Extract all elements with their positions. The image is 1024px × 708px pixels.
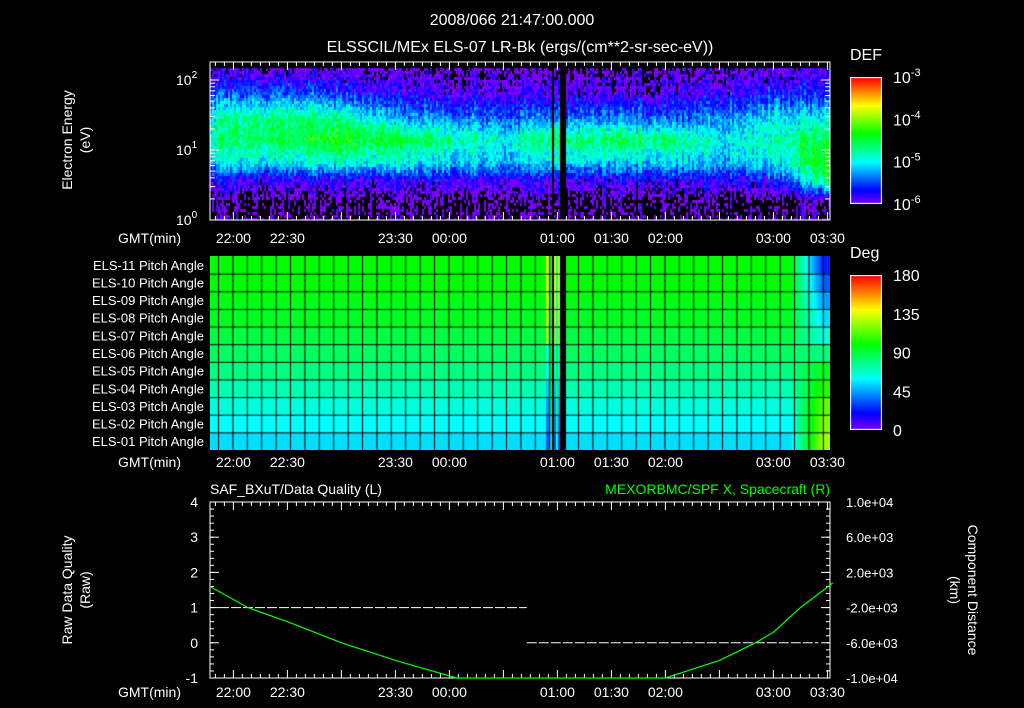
pitch-row-label: ELS-09 Pitch Angle bbox=[92, 293, 204, 308]
axes-and-marks: 10-3 10-4 10-5 10-6 180 135 90 45 0 GMT(min) 22:00… bbox=[92, 61, 921, 700]
time-tick-label: 03:30 bbox=[810, 230, 845, 246]
time-tick-label: 23:30 bbox=[378, 684, 413, 700]
time-tick-label: 01:00 bbox=[540, 684, 575, 700]
quality-panel-title: SAF_BXuT/Data Quality (L) bbox=[210, 481, 382, 497]
distance-tick-label: -1.0e+04 bbox=[846, 671, 898, 686]
time-tick-label: 01:30 bbox=[594, 230, 629, 246]
time-tick-label: 03:00 bbox=[756, 230, 791, 246]
time-tick-label: 01:00 bbox=[540, 454, 575, 470]
quality-tick-label: 2 bbox=[190, 564, 198, 580]
pitch-row-label: ELS-10 Pitch Angle bbox=[92, 275, 204, 290]
energy-tick-label: 100 bbox=[176, 210, 198, 228]
pitch-row-label: ELS-03 Pitch Angle bbox=[92, 399, 204, 414]
pitch-row-label: ELS-01 Pitch Angle bbox=[92, 434, 204, 449]
time-tick-label: 22:00 bbox=[216, 230, 251, 246]
quality-tick-label: 3 bbox=[190, 529, 198, 545]
time-axis-label: GMT(min) bbox=[118, 454, 181, 470]
pitch-row-label: ELS-05 Pitch Angle bbox=[92, 364, 204, 379]
distance-tick-label: -2.0e+03 bbox=[846, 601, 898, 616]
quality-tick-label: 4 bbox=[190, 494, 198, 510]
time-tick-label: 03:30 bbox=[810, 684, 845, 700]
time-axis-label: GMT(min) bbox=[118, 684, 181, 700]
plot-timestamp: 2008/066 21:47:00.000 bbox=[430, 12, 595, 29]
plot-window: 2008/066 21:47:00.000 ELSSCIL/MEx ELS-07… bbox=[0, 0, 1024, 708]
deg-colorbar-tick: 0 bbox=[893, 423, 902, 440]
def-colorbar-label: DEF bbox=[850, 47, 882, 64]
def-colorbar-tick: 10-5 bbox=[893, 152, 921, 172]
time-tick-label: 03:00 bbox=[756, 684, 791, 700]
time-tick-label: 01:00 bbox=[540, 230, 575, 246]
pitch-row-label: ELS-04 Pitch Angle bbox=[92, 381, 204, 396]
plot-overlay: 2008/066 21:47:00.000 ELSSCIL/MEx ELS-07… bbox=[59, 12, 981, 700]
time-tick-label: 22:30 bbox=[270, 454, 305, 470]
pitch-row-label: ELS-06 Pitch Angle bbox=[92, 346, 204, 361]
time-tick-label: 23:30 bbox=[378, 230, 413, 246]
time-tick-label: 22:00 bbox=[216, 454, 251, 470]
deg-colorbar-tick: 45 bbox=[893, 384, 911, 401]
quality-ylabel-line2: (Raw) bbox=[77, 571, 93, 608]
time-tick-label: 02:00 bbox=[648, 454, 683, 470]
distance-tick-label: 6.0e+03 bbox=[846, 530, 893, 545]
distance-tick-label: -6.0e+03 bbox=[846, 636, 898, 651]
def-colorbar-tick: 10-6 bbox=[893, 194, 921, 214]
time-tick-label: 00:00 bbox=[432, 454, 467, 470]
spf-panel-title: MEXORBMC/SPF X, Spacecraft (R) bbox=[605, 481, 830, 497]
time-tick-label: 22:30 bbox=[270, 684, 305, 700]
distance-ylabel-line1: Component Distance bbox=[965, 525, 981, 656]
distance-tick-label: 1.0e+04 bbox=[846, 495, 893, 510]
spectrogram-frame bbox=[209, 61, 831, 221]
time-tick-label: 01:30 bbox=[594, 454, 629, 470]
pitch-row-label: ELS-02 Pitch Angle bbox=[92, 417, 204, 432]
time-tick-label: 22:30 bbox=[270, 230, 305, 246]
energy-ylabel-line1: Electron Energy bbox=[59, 90, 75, 190]
energy-tick-label: 102 bbox=[176, 70, 198, 88]
deg-colorbar-tick: 180 bbox=[893, 268, 920, 285]
time-axis-label: GMT(min) bbox=[118, 230, 181, 246]
time-tick-label: 23:30 bbox=[378, 454, 413, 470]
time-tick-label: 22:00 bbox=[216, 684, 251, 700]
distance-ylabel-line2: (km) bbox=[947, 576, 963, 604]
quality-tick-label: 0 bbox=[190, 635, 198, 651]
pitch-row-label: ELS-08 Pitch Angle bbox=[92, 311, 204, 326]
quality-ylabel-line1: Raw Data Quality bbox=[59, 536, 75, 645]
quality-tick-label: -1 bbox=[186, 670, 199, 686]
energy-tick-label: 101 bbox=[176, 140, 198, 158]
deg-colorbar-tick: 90 bbox=[893, 346, 911, 363]
time-tick-label: 00:00 bbox=[432, 230, 467, 246]
time-tick-label: 01:30 bbox=[594, 684, 629, 700]
time-tick-label: 02:00 bbox=[648, 230, 683, 246]
time-tick-label: 03:30 bbox=[810, 454, 845, 470]
energy-ylabel-line2: (eV) bbox=[77, 127, 93, 153]
def-colorbar-tick: 10-3 bbox=[893, 67, 921, 87]
pitch-row-label: ELS-07 Pitch Angle bbox=[92, 328, 204, 343]
spf-x-line bbox=[209, 582, 834, 679]
time-tick-label: 03:00 bbox=[756, 454, 791, 470]
time-tick-label: 02:00 bbox=[648, 684, 683, 700]
plot-subtitle: ELSSCIL/MEx ELS-07 LR-Bk (ergs/(cm**2-sr… bbox=[327, 39, 714, 56]
quality-tick-label: 1 bbox=[190, 600, 198, 616]
deg-colorbar-label: Deg bbox=[850, 245, 879, 262]
def-colorbar-tick: 10-4 bbox=[893, 109, 921, 129]
distance-tick-label: 2.0e+03 bbox=[846, 565, 893, 580]
time-tick-label: 00:00 bbox=[432, 684, 467, 700]
deg-colorbar-tick: 135 bbox=[893, 307, 920, 324]
pitch-row-label: ELS-11 Pitch Angle bbox=[93, 258, 204, 273]
